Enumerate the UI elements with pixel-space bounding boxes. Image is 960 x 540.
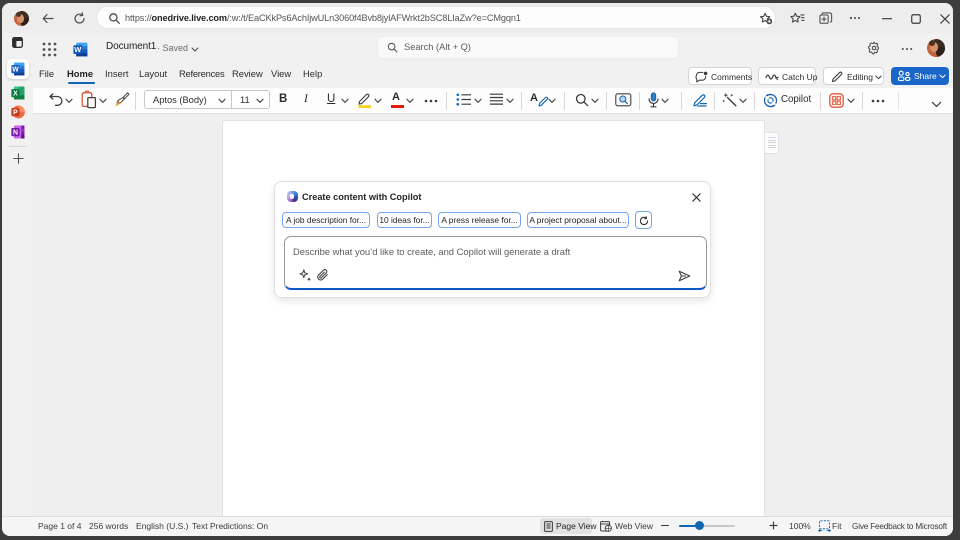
svg-text:X: X xyxy=(13,90,18,97)
svg-text:N: N xyxy=(13,129,18,136)
svg-text:W: W xyxy=(12,66,19,73)
svg-text:P: P xyxy=(13,109,18,116)
svg-text:W: W xyxy=(74,45,81,54)
